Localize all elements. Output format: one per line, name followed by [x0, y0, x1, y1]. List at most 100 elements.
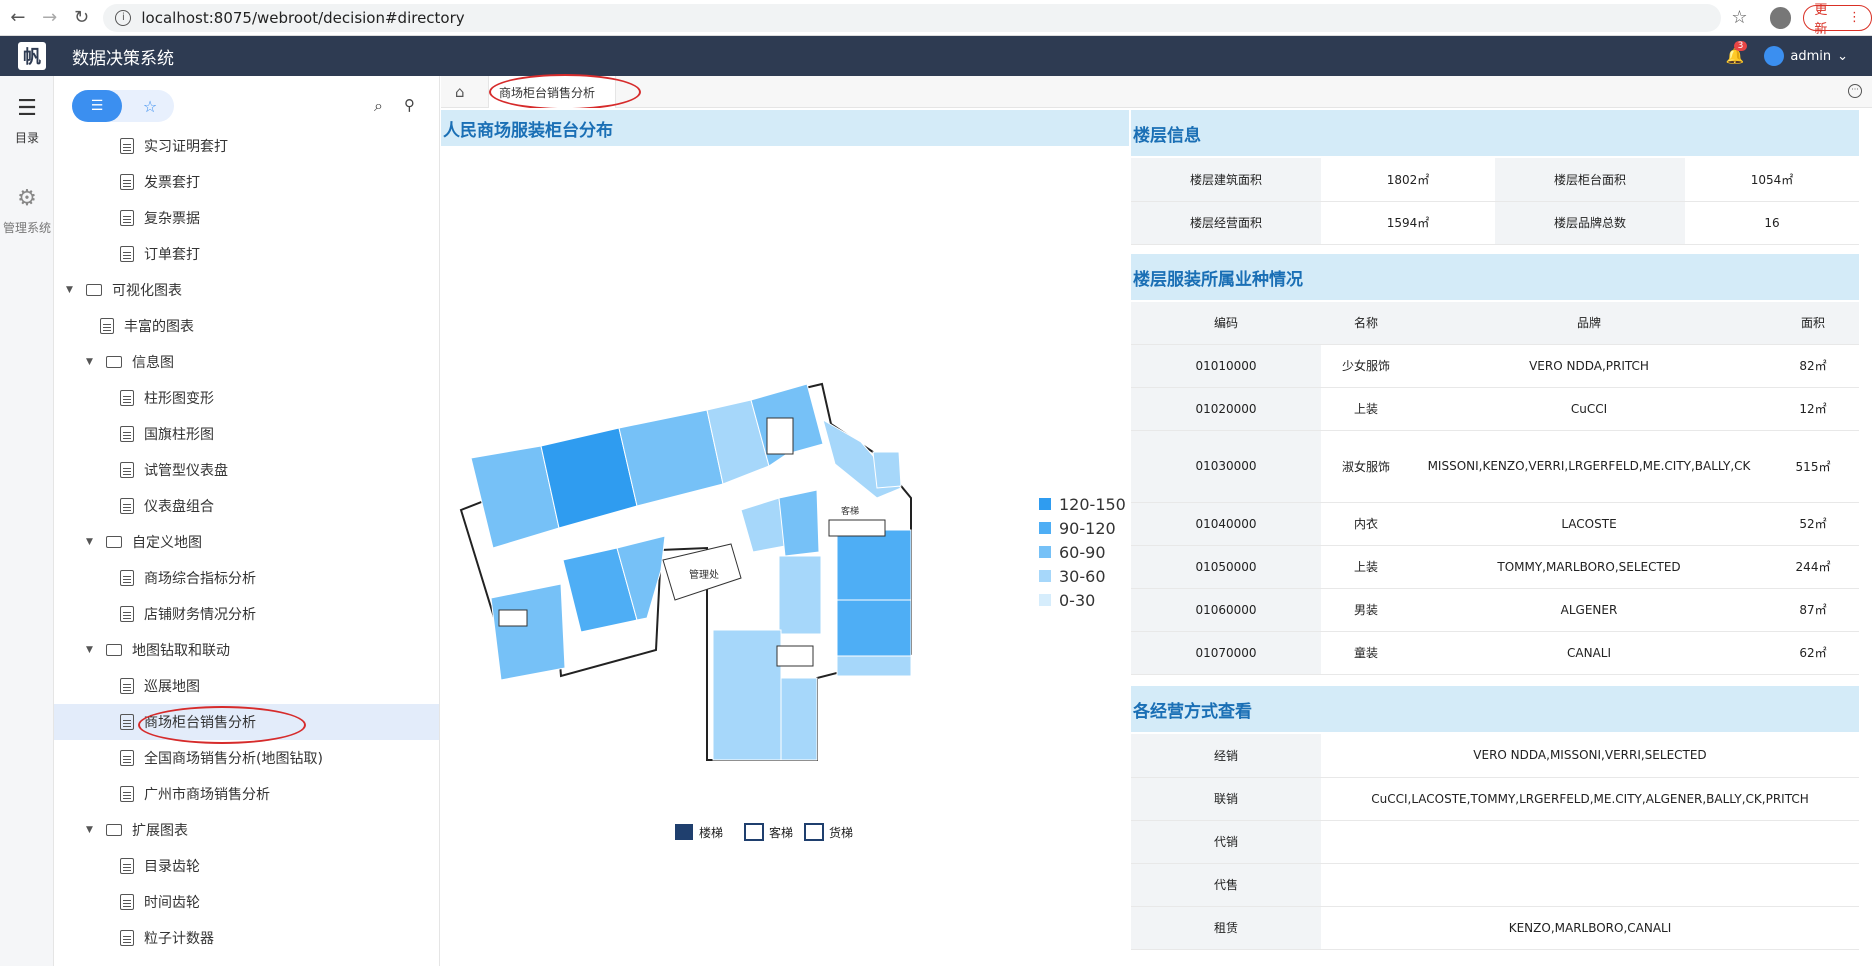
table-row: 经销 VERO NDDA,MISSONI,VERRI,SELECTED — [1131, 734, 1859, 778]
table-row: 01030000 淑女服饰 MISSONI,KENZO,VERRI,LRGERFEL… — [1131, 430, 1859, 503]
table-cell: 少女服饰 — [1321, 344, 1411, 388]
table-cell: 内衣 — [1321, 502, 1411, 546]
table-row: 代销 — [1131, 820, 1859, 864]
directory-tree: 实习证明套打 发票套打 复杂票据 订单套打 ▼ 可视化图表丰富的图表 ▼ 信息图柱形图变形 国旗… — [54, 128, 439, 956]
counter-n — [836, 599, 912, 657]
map-section-title: 人民商场服装柜台分布 — [441, 110, 1129, 146]
tree-item[interactable]: 复杂票据 — [54, 200, 439, 236]
table-cell: 上装 — [1321, 387, 1411, 431]
table-label-cell: 01050000 — [1131, 545, 1321, 589]
tree-item[interactable]: 广州市商场销售分析 — [54, 776, 439, 812]
nav-directory[interactable]: ☰ 目录 — [0, 96, 54, 146]
home-icon[interactable]: ⌂ — [455, 83, 465, 101]
table-header-row: 编码 名称 品牌 面积 — [1131, 302, 1859, 345]
tree-item[interactable]: 试管型仪表盘 — [54, 452, 439, 488]
view-toggle: ☰ ☆ — [72, 90, 174, 122]
list-view-icon[interactable]: ☰ — [72, 90, 122, 122]
table-label-cell: 租赁 — [1131, 906, 1321, 950]
table-row: 01060000 男装 ALGENER 87㎡ — [1131, 588, 1859, 632]
counter-m — [836, 529, 912, 601]
tree-item[interactable]: 目录齿轮 — [54, 848, 439, 884]
table-cell: CuCCI,LACOSTE,TOMMY,LRGERFELD,ME.CITY,AL… — [1321, 777, 1859, 821]
notification-bell-icon[interactable]: 🔔 3 — [1726, 41, 1748, 65]
tree-item[interactable]: 店铺财务情况分析 — [54, 596, 439, 632]
bookmark-star-icon[interactable]: ☆ — [1731, 7, 1747, 28]
table-cell: VERO NDDA,MISSONI,VERRI,SELECTED — [1321, 734, 1859, 778]
table-label-cell: 楼层经营面积 — [1131, 201, 1321, 245]
user-menu[interactable]: admin ⌄ — [1764, 46, 1848, 66]
table-cell: LACOSTE — [1411, 502, 1767, 546]
directory-panel: ☰ ☆ ⌕ ⚲ 实习证明套打 发票套打 复杂票据 订单套打 ▼ 可视化图表丰富的图表 ▼ 信息… — [54, 76, 440, 966]
tree-item[interactable]: 时间齿轮 — [54, 884, 439, 920]
table-cell: 515㎡ — [1767, 430, 1859, 503]
legend-label: 90-120 — [1059, 518, 1116, 538]
tree-item[interactable]: 商场综合指标分析 — [54, 560, 439, 596]
search-icon[interactable]: ⌕ — [374, 96, 383, 116]
table-cell — [1321, 820, 1859, 864]
table-row: 01070000 童装 CANALI 62㎡ — [1131, 631, 1859, 675]
tree-item[interactable]: 国旗柱形图 — [54, 416, 439, 452]
table-cell: 上装 — [1321, 545, 1411, 589]
tree-item[interactable]: 粒子计数器 — [54, 920, 439, 956]
caret-down-icon[interactable]: ▼ — [86, 357, 100, 367]
update-button[interactable]: 更新 ⋮ — [1803, 3, 1872, 37]
update-label: 更新 — [1814, 2, 1828, 37]
tree-item-label: 商场综合指标分析 — [144, 571, 256, 587]
tree-item[interactable]: ▼ 地图钻取和联动 — [54, 632, 439, 668]
table-cell: 16 — [1685, 201, 1859, 245]
file-icon — [120, 678, 134, 694]
facility-label: 货梯 — [829, 825, 853, 840]
table-label-cell: 楼层品牌总数 — [1495, 201, 1685, 245]
caret-down-icon[interactable]: ▼ — [66, 285, 80, 295]
pin-icon[interactable]: ⚲ — [404, 96, 415, 114]
profile-avatar-icon[interactable] — [1769, 6, 1792, 29]
address-bar[interactable]: i localhost:8075/webroot/decision#direct… — [103, 3, 1722, 32]
table-row: 01010000 少女服饰 VERO NDDA,PRITCH 82㎡ — [1131, 344, 1859, 388]
back-arrow-icon[interactable]: ← — [4, 4, 32, 32]
tree-item[interactable]: ▼ 扩展图表 — [54, 812, 439, 848]
file-icon — [100, 318, 114, 334]
table-cell: 男装 — [1321, 588, 1411, 632]
nav-management-label: 管理系统 — [2, 221, 51, 235]
app-logo: 帆 — [18, 42, 46, 70]
more-options-icon[interactable]: ··· — [1848, 84, 1862, 98]
folder-icon — [106, 356, 122, 368]
file-icon — [120, 426, 134, 442]
tree-item-label: 信息图 — [132, 355, 174, 371]
legend-swatch — [1039, 594, 1051, 606]
tree-item[interactable]: ▼ 自定义地图 — [54, 524, 439, 560]
legend-item: 90-120 — [1039, 516, 1127, 540]
tree-item[interactable]: 发票套打 — [54, 164, 439, 200]
file-icon — [120, 138, 134, 154]
reload-icon[interactable]: ↻ — [68, 4, 96, 32]
table-label-cell: 代售 — [1131, 863, 1321, 907]
tree-item[interactable]: 仪表盘组合 — [54, 488, 439, 524]
file-icon — [120, 498, 134, 514]
tree-item[interactable]: 订单套打 — [54, 236, 439, 272]
tree-item[interactable]: 丰富的图表 — [54, 308, 439, 344]
caret-down-icon[interactable]: ▼ — [86, 537, 100, 547]
tree-item-label: 丰富的图表 — [124, 319, 194, 335]
left-nav: ☰ 目录 ⚙ 管理系统 — [0, 76, 54, 966]
tree-item[interactable]: 全国商场销售分析(地图钻取) — [54, 740, 439, 776]
mode-section-title: 各经营方式查看 — [1131, 686, 1859, 732]
table-cell: 244㎡ — [1767, 545, 1859, 589]
folder-icon — [106, 824, 122, 836]
table-cell — [1321, 863, 1859, 907]
favorites-star-icon[interactable]: ☆ — [130, 90, 170, 122]
tree-item[interactable]: 巡展地图 — [54, 668, 439, 704]
folder-icon — [106, 536, 122, 548]
info-icon[interactable]: i — [115, 9, 132, 26]
file-icon — [120, 786, 134, 802]
table-label-cell: 01030000 — [1131, 430, 1321, 503]
forward-arrow-icon[interactable]: → — [36, 4, 64, 32]
tree-item[interactable]: 柱形图变形 — [54, 380, 439, 416]
tree-item[interactable]: ▼ 可视化图表 — [54, 272, 439, 308]
caret-down-icon[interactable]: ▼ — [86, 825, 100, 835]
file-icon — [120, 894, 134, 910]
tree-item[interactable]: 实习证明套打 — [54, 128, 439, 164]
tree-item[interactable]: ▼ 信息图 — [54, 344, 439, 380]
nav-management[interactable]: ⚙ 管理系统 — [0, 186, 54, 236]
tree-item-label: 扩展图表 — [132, 823, 188, 839]
caret-down-icon[interactable]: ▼ — [86, 645, 100, 655]
